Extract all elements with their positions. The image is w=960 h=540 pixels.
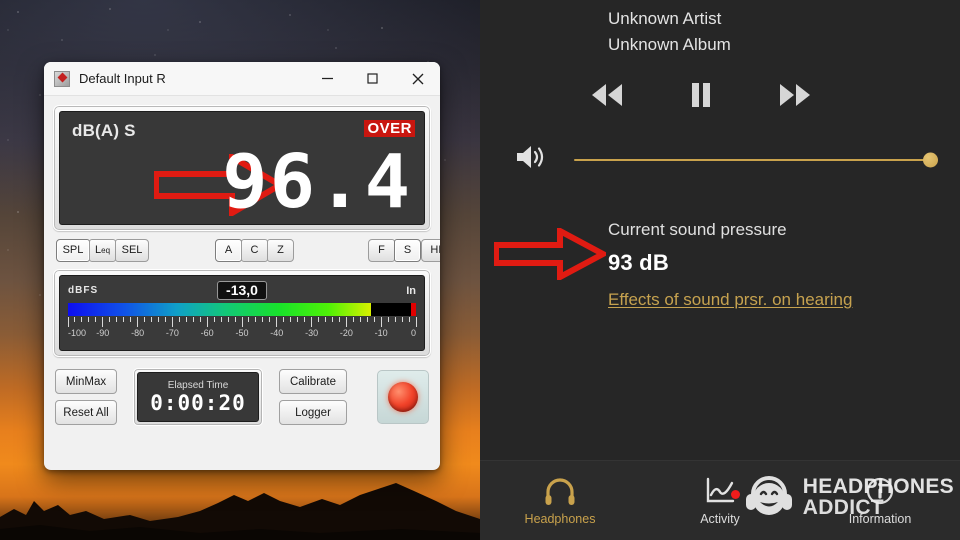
nav-item-headphones[interactable]: Headphones (480, 476, 640, 526)
right-button-stack: Calibrate Logger (279, 369, 347, 425)
fast-forward-icon[interactable] (772, 80, 818, 115)
nav-label-information: Information (848, 511, 912, 526)
main-display-bezel: dB(A) S OVER 96.4 (53, 105, 431, 231)
window-body: dB(A) S OVER 96.4 SPL Leq SEL A C Z F S … (44, 96, 440, 438)
record-indicator-icon (388, 382, 418, 412)
weighting-z-button[interactable]: Z (267, 238, 295, 262)
desktop-wallpaper: Default Input R dB(A) S OVER 96.4 SPL L … (0, 0, 480, 540)
clip-indicator (411, 303, 416, 316)
record-button[interactable] (377, 370, 429, 424)
hearing-effects-link[interactable]: Effects of sound prsr. on hearing (608, 290, 852, 310)
input-meter-bezel: dBFS -13,0 In -100 -90 -80 -70 -60 -50 -40 -30-… (53, 269, 431, 357)
input-label: In (406, 284, 416, 297)
sound-pressure-title: Current sound pressure (608, 220, 787, 239)
leq-button[interactable]: Leq (89, 238, 117, 262)
scale-label: -100 (68, 328, 87, 338)
information-icon (866, 477, 894, 504)
meter-scale-labels: -100 -90 -80 -70 -60 -50 -40 -30 -20 -10 0 (68, 328, 416, 340)
volume-slider[interactable] (574, 152, 938, 168)
scale-label: -60 (200, 328, 214, 338)
peak-value: -13,0 (217, 281, 267, 300)
transport-controls (480, 80, 960, 115)
album-name: Unknown Album (608, 35, 731, 54)
scale-label: -70 (165, 328, 179, 338)
minmax-button[interactable]: MinMax (55, 369, 117, 394)
dbfs-label: dBFS (68, 285, 99, 296)
level-bar-fill (68, 303, 371, 316)
level-bar-track (68, 303, 416, 316)
headphone-app-panel: Unknown Artist Unknown Album Current sou… (480, 0, 960, 540)
nav-item-activity[interactable]: Activity (640, 476, 800, 526)
response-slow-button[interactable]: S (394, 238, 422, 262)
volume-track-line (574, 158, 938, 161)
calibrate-button[interactable]: Calibrate (279, 369, 347, 394)
volume-slider-thumb[interactable] (923, 152, 938, 167)
artist-name: Unknown Artist (608, 9, 722, 28)
elapsed-time-bezel: Elapsed Time 0:00:20 (133, 368, 263, 426)
highpass-button[interactable]: HP (421, 238, 440, 262)
scale-label: -50 (235, 328, 249, 338)
reset-all-button[interactable]: Reset All (55, 400, 117, 425)
logger-button[interactable]: Logger (279, 400, 347, 425)
window-title: Default Input R (79, 71, 166, 86)
maximize-icon[interactable] (350, 62, 395, 96)
screenshot-root: Default Input R dB(A) S OVER 96.4 SPL L … (0, 0, 960, 540)
window-buttons (305, 62, 440, 96)
meter-tick-marks (67, 317, 417, 328)
sound-level-value: 96.4 (221, 139, 412, 225)
measurement-mode-group: SPL Leq SEL (56, 238, 150, 262)
nav-label-headphones: Headphones (524, 511, 596, 526)
filter-group: HP (421, 238, 440, 262)
elapsed-time-display: Elapsed Time 0:00:20 (137, 372, 259, 422)
speaker-icon[interactable] (514, 143, 548, 176)
input-level-meter: dBFS -13,0 In -100 -90 -80 -70 -60 -50 -40 -30-… (59, 275, 425, 351)
input-meter-header: dBFS -13,0 In (68, 281, 416, 300)
rewind-icon[interactable] (584, 80, 630, 115)
response-fast-button[interactable]: F (368, 238, 396, 262)
weighting-group: A C Z (215, 238, 295, 262)
bottom-navigation: Headphones Activity Information (480, 460, 960, 540)
scale-label: -30 (305, 328, 319, 338)
app-icon (54, 70, 70, 87)
minimize-icon[interactable] (305, 62, 350, 96)
leq-subscript: eq (101, 245, 111, 255)
elapsed-time-value: 0:00:20 (150, 391, 246, 415)
weighting-c-button[interactable]: C (241, 238, 269, 262)
red-arrow-pointer (494, 228, 606, 280)
nav-label-activity: Activity (700, 511, 740, 526)
track-metadata: Unknown Artist Unknown Album (480, 0, 960, 58)
scale-label: 0 (410, 328, 416, 338)
left-button-stack: MinMax Reset All (55, 369, 117, 425)
headphones-icon (545, 477, 575, 505)
sound-pressure-value: 93 dB (608, 250, 669, 275)
sel-button[interactable]: SEL (115, 238, 150, 262)
spl-button[interactable]: SPL (56, 238, 90, 262)
weighting-label: dB(A) S (72, 121, 136, 140)
nav-item-information[interactable]: Information (800, 476, 960, 526)
weighting-a-button[interactable]: A (215, 238, 243, 262)
window-titlebar[interactable]: Default Input R (44, 62, 440, 96)
sound-meter-window[interactable]: Default Input R dB(A) S OVER 96.4 SPL L … (44, 62, 440, 470)
scale-label: -90 (96, 328, 110, 338)
time-response-group: F S (368, 238, 422, 262)
scale-label: -40 (270, 328, 284, 338)
close-icon[interactable] (395, 62, 440, 96)
bottom-control-row: MinMax Reset All Elapsed Time 0:00:20 Ca… (53, 366, 431, 428)
scale-label: -20 (339, 328, 353, 338)
volume-row (480, 143, 960, 176)
elapsed-time-label: Elapsed Time (167, 380, 229, 391)
activity-badge-dot (731, 489, 741, 499)
main-lcd-display: dB(A) S OVER 96.4 (59, 111, 425, 225)
scale-label: -10 (374, 328, 388, 338)
pause-icon[interactable] (688, 80, 714, 115)
over-badge: OVER (364, 120, 415, 137)
mode-button-row: SPL Leq SEL A C Z F S H (53, 238, 440, 262)
scale-label: -80 (131, 328, 145, 338)
